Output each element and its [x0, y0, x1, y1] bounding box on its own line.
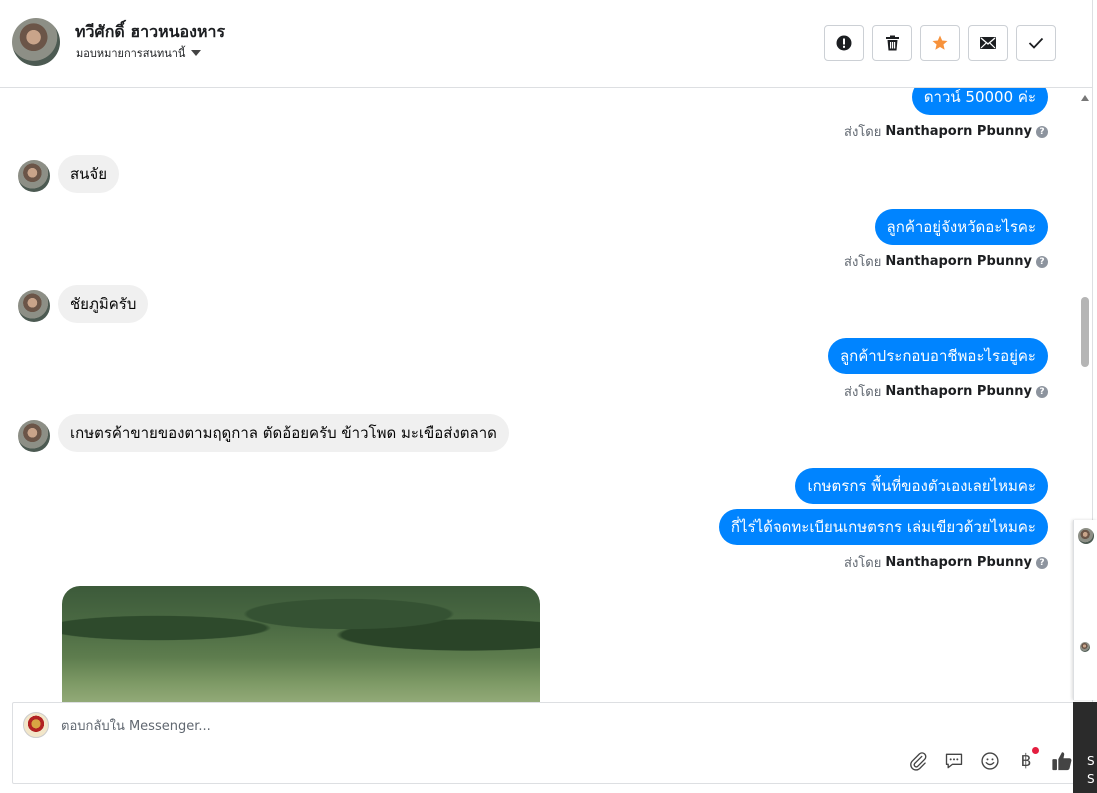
incoming-message[interactable]: ชัยภูมิครับ — [58, 285, 149, 323]
star-button[interactable] — [920, 25, 960, 61]
adjacent-text: S — [1087, 754, 1095, 768]
sent-by-prefix: ส่งโดย — [844, 556, 882, 571]
saved-reply-icon — [945, 753, 963, 769]
contact-avatar-small[interactable] — [18, 420, 50, 452]
adjacent-text: S — [1087, 772, 1095, 786]
conversation-header: ทวีศักดิ์ ฮาวหนองหาร มอบหมายการสนทนานี้ — [0, 0, 1092, 88]
help-icon[interactable]: ? — [1036, 556, 1048, 569]
exclamation-circle-icon — [836, 35, 852, 51]
mark-spam-button[interactable] — [824, 25, 864, 61]
assign-conversation-dropdown[interactable]: มอบหมายการสนทนานี้ — [76, 44, 202, 62]
avatar[interactable] — [1080, 642, 1090, 652]
star-icon — [932, 35, 948, 50]
assign-label: มอบหมายการสนทนานี้ — [76, 47, 186, 60]
caret-down-icon — [191, 50, 202, 56]
contact-avatar-small[interactable] — [18, 290, 50, 322]
sent-by-label: ส่งโดย Nanthaporn Pbunny ? — [844, 552, 1048, 573]
sent-by-label: ส่งโดย Nanthaporn Pbunny ? — [844, 381, 1048, 402]
sent-by-prefix: ส่งโดย — [844, 385, 882, 400]
photo-content — [62, 586, 540, 656]
emoji-button[interactable] — [979, 750, 1001, 772]
incoming-photo-attachment[interactable] — [62, 586, 540, 702]
composer-tools: ฿ — [907, 747, 1073, 772]
thumbs-up-icon — [1052, 752, 1072, 771]
envelope-icon — [980, 37, 996, 49]
paperclip-icon — [910, 752, 927, 771]
avatar[interactable] — [1078, 528, 1094, 544]
sent-by-label: ส่งโดย Nanthaporn Pbunny ? — [844, 121, 1048, 142]
outgoing-message[interactable]: เกษตรกร พื้นที่ของตัวเองเลยไหมคะ — [795, 468, 1048, 504]
adjacent-panel — [1073, 520, 1097, 700]
sender-name: Nanthaporn Pbunny — [885, 124, 1032, 139]
trash-icon — [885, 35, 899, 51]
adjacent-dark-panel: S S — [1073, 702, 1097, 793]
check-icon — [1028, 37, 1044, 49]
outgoing-message[interactable]: ดาวน์ 50000 ค่ะ — [911, 88, 1048, 115]
sender-name: Nanthaporn Pbunny — [885, 254, 1032, 269]
header-actions — [824, 25, 1056, 61]
baht-payment-icon: ฿ — [1020, 751, 1032, 771]
contact-avatar[interactable] — [12, 18, 60, 66]
scroll-thumb[interactable] — [1081, 297, 1089, 367]
emoji-icon — [981, 752, 999, 770]
help-icon[interactable]: ? — [1036, 125, 1048, 138]
incoming-message[interactable]: เกษตรค้าขายของตามฤดูกาล ตัดอ้อยครับ ข้าว… — [58, 414, 509, 452]
message-thread: ดาวน์ 50000 ค่ะ ส่งโดย Nanthaporn Pbunny… — [0, 88, 1078, 702]
sender-name: Nanthaporn Pbunny — [885, 384, 1032, 399]
outgoing-message[interactable]: ลูกค้าประกอบอาชีพอะไรอยู่คะ — [827, 338, 1048, 374]
like-button[interactable] — [1051, 750, 1073, 772]
delete-button[interactable] — [872, 25, 912, 61]
reply-composer: ฿ — [12, 702, 1078, 784]
help-icon[interactable]: ? — [1036, 385, 1048, 398]
sent-by-prefix: ส่งโดย — [844, 125, 882, 140]
outgoing-message[interactable]: กี่ไร่ได้จดทะเบียนเกษตรกร เล่มเขียวด้วยไ… — [718, 509, 1048, 545]
sent-by-prefix: ส่งโดย — [844, 255, 882, 270]
saved-replies-button[interactable] — [943, 750, 965, 772]
attach-file-button[interactable] — [907, 750, 929, 772]
contact-name[interactable]: ทวีศักดิ์ ฮาวหนองหาร — [75, 20, 225, 45]
sender-name: Nanthaporn Pbunny — [885, 555, 1032, 570]
sent-by-label: ส่งโดย Nanthaporn Pbunny ? — [844, 251, 1048, 272]
mark-done-button[interactable] — [1016, 25, 1056, 61]
page-avatar — [23, 712, 49, 738]
contact-avatar-small[interactable] — [18, 160, 50, 192]
incoming-message[interactable]: สนจัย — [58, 155, 119, 193]
reply-input[interactable] — [61, 715, 861, 737]
scroll-up-arrow-icon[interactable] — [1081, 95, 1089, 101]
payment-button[interactable]: ฿ — [1015, 747, 1039, 772]
notification-dot — [1032, 747, 1039, 754]
help-icon[interactable]: ? — [1036, 255, 1048, 268]
outgoing-message[interactable]: ลูกค้าอยู่จังหวัดอะไรคะ — [874, 209, 1048, 245]
mark-unread-button[interactable] — [968, 25, 1008, 61]
